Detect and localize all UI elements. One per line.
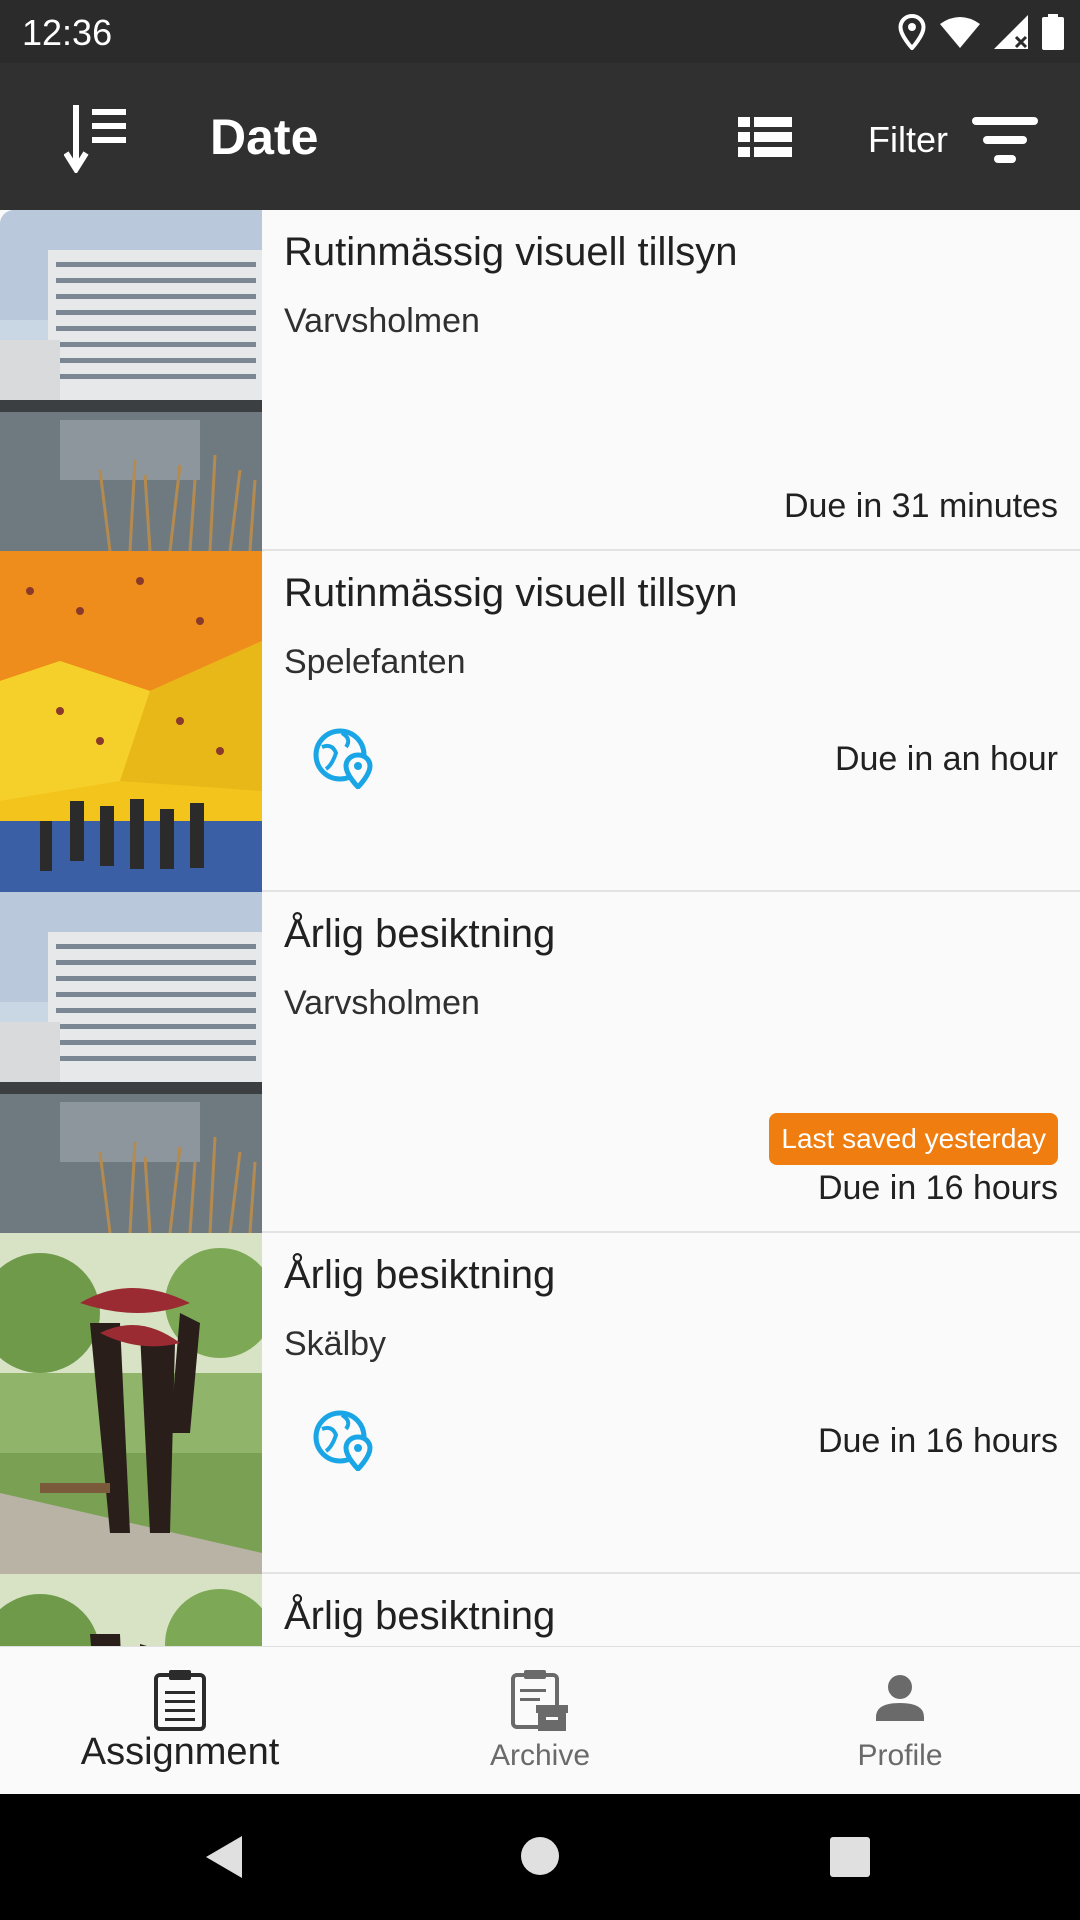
location-icon xyxy=(898,14,926,50)
nav-archive-label: Archive xyxy=(489,1739,591,1772)
filter-button[interactable]: Filter xyxy=(868,105,1038,175)
assignment-card[interactable]: Årlig besiktning Varvsholmen Last saved … xyxy=(0,892,1080,1233)
assignment-due: Due in 31 minutes xyxy=(783,487,1058,525)
nav-assignment[interactable]: Assignment xyxy=(0,1647,360,1795)
assignment-card[interactable]: Årlig besiktning xyxy=(0,1574,1080,1646)
clipboard-icon xyxy=(154,1670,206,1731)
nav-assignment-label: Assignment xyxy=(80,1731,280,1773)
assignment-location: Spelefanten xyxy=(284,643,466,681)
assignment-photo-building xyxy=(0,892,262,1233)
status-icons xyxy=(898,12,1064,52)
sort-direction-button[interactable] xyxy=(63,101,144,175)
nav-profile[interactable]: Profile xyxy=(720,1647,1080,1795)
globe-location-icon[interactable] xyxy=(312,725,376,789)
status-bar: 12:36 xyxy=(0,0,1080,63)
assignment-photo-park-sculpture xyxy=(0,1574,262,1646)
filter-icon xyxy=(972,117,1038,163)
filter-label: Filter xyxy=(868,119,948,160)
last-saved-badge: Last saved yesterday xyxy=(769,1113,1058,1165)
assignment-due: Due in 16 hours xyxy=(817,1169,1058,1207)
assignment-location: Varvsholmen xyxy=(284,984,480,1022)
assignment-list[interactable]: Rutinmässig visuell tillsyn Varvsholmen … xyxy=(0,210,1080,1646)
list-view-icon xyxy=(738,117,792,157)
person-icon xyxy=(876,1675,924,1721)
archive-icon xyxy=(511,1670,568,1731)
assignment-location: Varvsholmen xyxy=(284,302,480,340)
assignment-card[interactable]: Rutinmässig visuell tillsyn Spelefanten … xyxy=(0,551,1080,892)
assignment-title: Årlig besiktning xyxy=(284,1253,556,1297)
wifi-icon xyxy=(940,17,980,48)
assignment-title: Rutinmässig visuell tillsyn xyxy=(284,571,738,615)
status-time: 12:36 xyxy=(22,12,113,53)
nav-archive[interactable]: Archive xyxy=(360,1647,720,1795)
system-navigation-bar xyxy=(0,1794,1080,1920)
bottom-navigation: Assignment Archive Profile xyxy=(0,1646,1080,1794)
assignment-title: Årlig besiktning xyxy=(284,912,556,956)
assignment-card[interactable]: Årlig besiktning Skälby Due in 16 hours xyxy=(0,1233,1080,1574)
assignment-title: Rutinmässig visuell tillsyn xyxy=(284,230,738,274)
assignment-location: Skälby xyxy=(284,1325,387,1363)
assignment-photo-climbing-wall xyxy=(0,551,262,892)
sort-descending-icon xyxy=(63,105,126,175)
assignment-due: Due in an hour xyxy=(834,740,1058,778)
recents-icon[interactable] xyxy=(830,1837,870,1877)
app-bar: Date Filter xyxy=(0,63,1080,210)
signal-icon xyxy=(994,15,1028,49)
assignment-card[interactable]: Rutinmässig visuell tillsyn Varvsholmen … xyxy=(0,210,1080,551)
home-icon[interactable] xyxy=(520,1836,560,1876)
back-icon[interactable] xyxy=(204,1834,244,1880)
globe-location-icon[interactable] xyxy=(312,1407,376,1471)
assignment-photo-building xyxy=(0,210,262,551)
assignment-title: Årlig besiktning xyxy=(284,1594,556,1638)
assignment-photo-park-sculpture xyxy=(0,1233,262,1574)
sort-field-label[interactable]: Date xyxy=(210,108,318,166)
assignment-due: Due in 16 hours xyxy=(817,1422,1058,1460)
list-view-button[interactable] xyxy=(738,113,794,163)
nav-profile-label: Profile xyxy=(857,1739,943,1772)
battery-icon xyxy=(1042,14,1064,50)
